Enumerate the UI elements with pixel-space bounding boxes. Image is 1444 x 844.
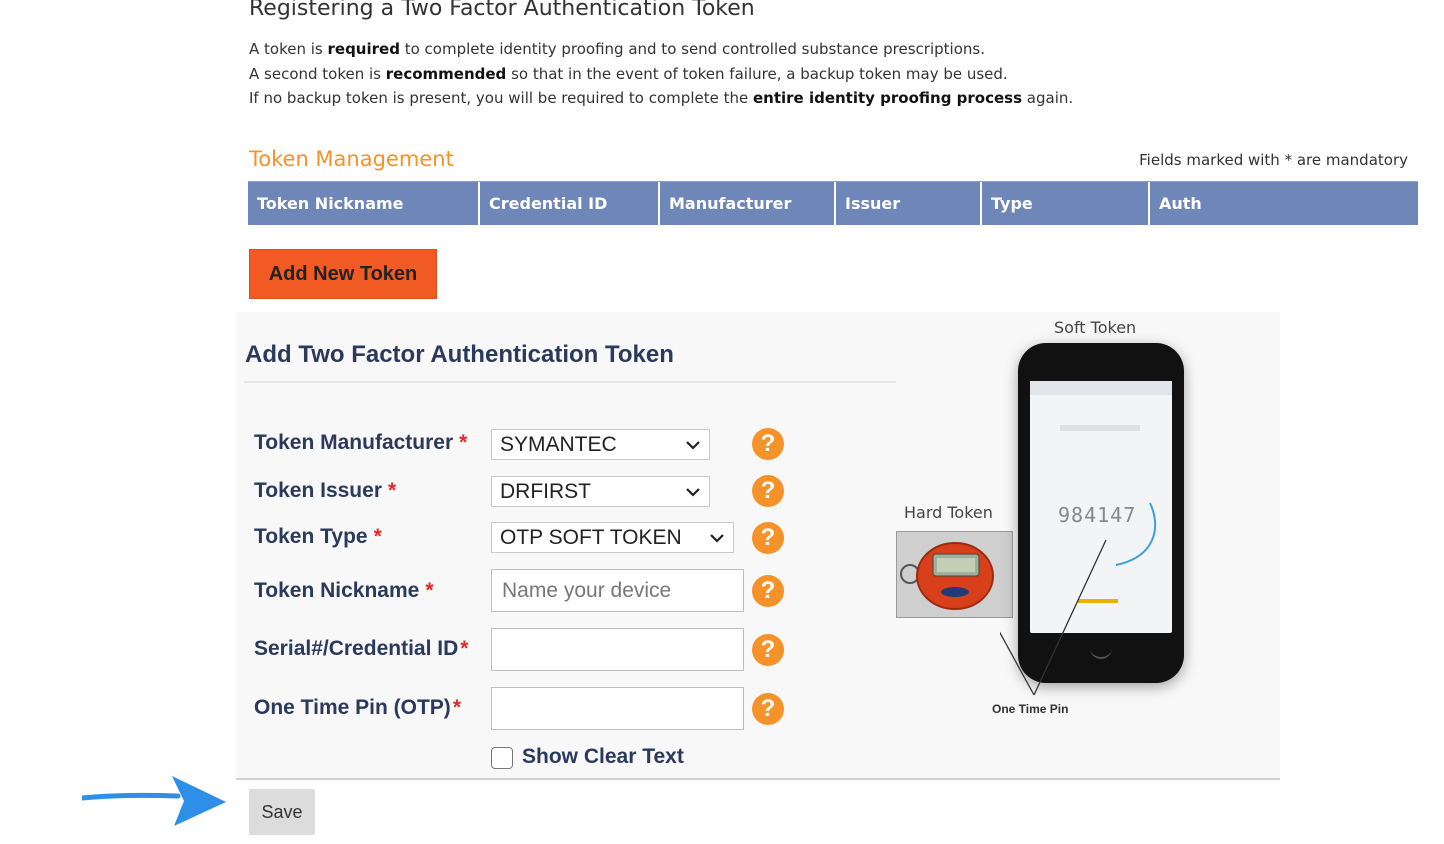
add-new-token-button[interactable]: Add New Token (249, 249, 437, 299)
token-table-header: Token Nickname Credential ID Manufacture… (248, 181, 1418, 225)
token-management-title: Token Management (249, 147, 454, 171)
page-title: Registering a Two Factor Authentication … (249, 0, 755, 21)
column-type[interactable]: Type (982, 182, 1150, 225)
column-token-nickname[interactable]: Token Nickname (248, 182, 480, 225)
mandatory-note: Fields marked with * are mandatory (1139, 151, 1408, 169)
nickname-input[interactable]: Name your device (491, 569, 744, 612)
phone-status-bar (1030, 381, 1172, 395)
column-issuer[interactable]: Issuer (836, 182, 982, 225)
pointer-lines (1000, 539, 1107, 696)
help-icon[interactable]: ? (752, 575, 784, 607)
type-label: Token Type * (254, 525, 382, 548)
serial-label: Serial#/Credential ID* (254, 637, 469, 660)
arrow-right-icon (82, 776, 226, 826)
column-credential-id[interactable]: Credential ID (480, 182, 660, 225)
hard-token-icon (900, 542, 994, 610)
help-icon[interactable]: ? (752, 693, 784, 725)
serial-input[interactable] (491, 628, 744, 671)
column-manufacturer[interactable]: Manufacturer (660, 182, 836, 225)
save-button[interactable]: Save (249, 789, 315, 835)
help-icon[interactable]: ? (752, 522, 784, 554)
soft-token-label: Soft Token (1054, 318, 1137, 337)
issuer-label: Token Issuer * (254, 479, 397, 502)
form-title: Add Two Factor Authentication Token (245, 341, 674, 368)
bottom-divider (236, 778, 1280, 780)
chevron-down-icon (686, 440, 700, 450)
intro-line-3: If no backup token is present, you will … (249, 89, 1074, 107)
intro-line-1: A token is required to complete identity… (249, 40, 985, 58)
help-icon[interactable]: ? (752, 634, 784, 666)
intro-text: A token is required to complete identity… (249, 37, 1073, 111)
issuer-select[interactable]: DRFIRST (491, 476, 710, 507)
one-time-pin-caption: One Time Pin (992, 702, 1069, 716)
otp-input[interactable] (491, 687, 744, 730)
show-clear-text-label[interactable]: Show Clear Text (522, 745, 684, 769)
nickname-label: Token Nickname * (254, 579, 434, 602)
column-auth[interactable]: Auth (1150, 182, 1418, 225)
show-clear-text-checkbox[interactable] (491, 747, 513, 769)
chevron-down-icon (710, 533, 724, 543)
otp-label: One Time Pin (OTP)* (254, 696, 461, 719)
hard-token-image (896, 531, 1013, 618)
divider (244, 381, 896, 383)
help-icon[interactable]: ? (752, 475, 784, 507)
manufacturer-select[interactable]: SYMANTEC (491, 429, 710, 460)
manufacturer-label: Token Manufacturer * (254, 431, 468, 454)
type-select[interactable]: OTP SOFT TOKEN (491, 522, 734, 553)
hard-token-label: Hard Token (904, 503, 993, 522)
phone-line (1060, 425, 1140, 431)
chevron-down-icon (686, 487, 700, 497)
intro-line-2: A second token is recommended so that in… (249, 64, 1008, 83)
help-icon[interactable]: ? (752, 428, 784, 460)
